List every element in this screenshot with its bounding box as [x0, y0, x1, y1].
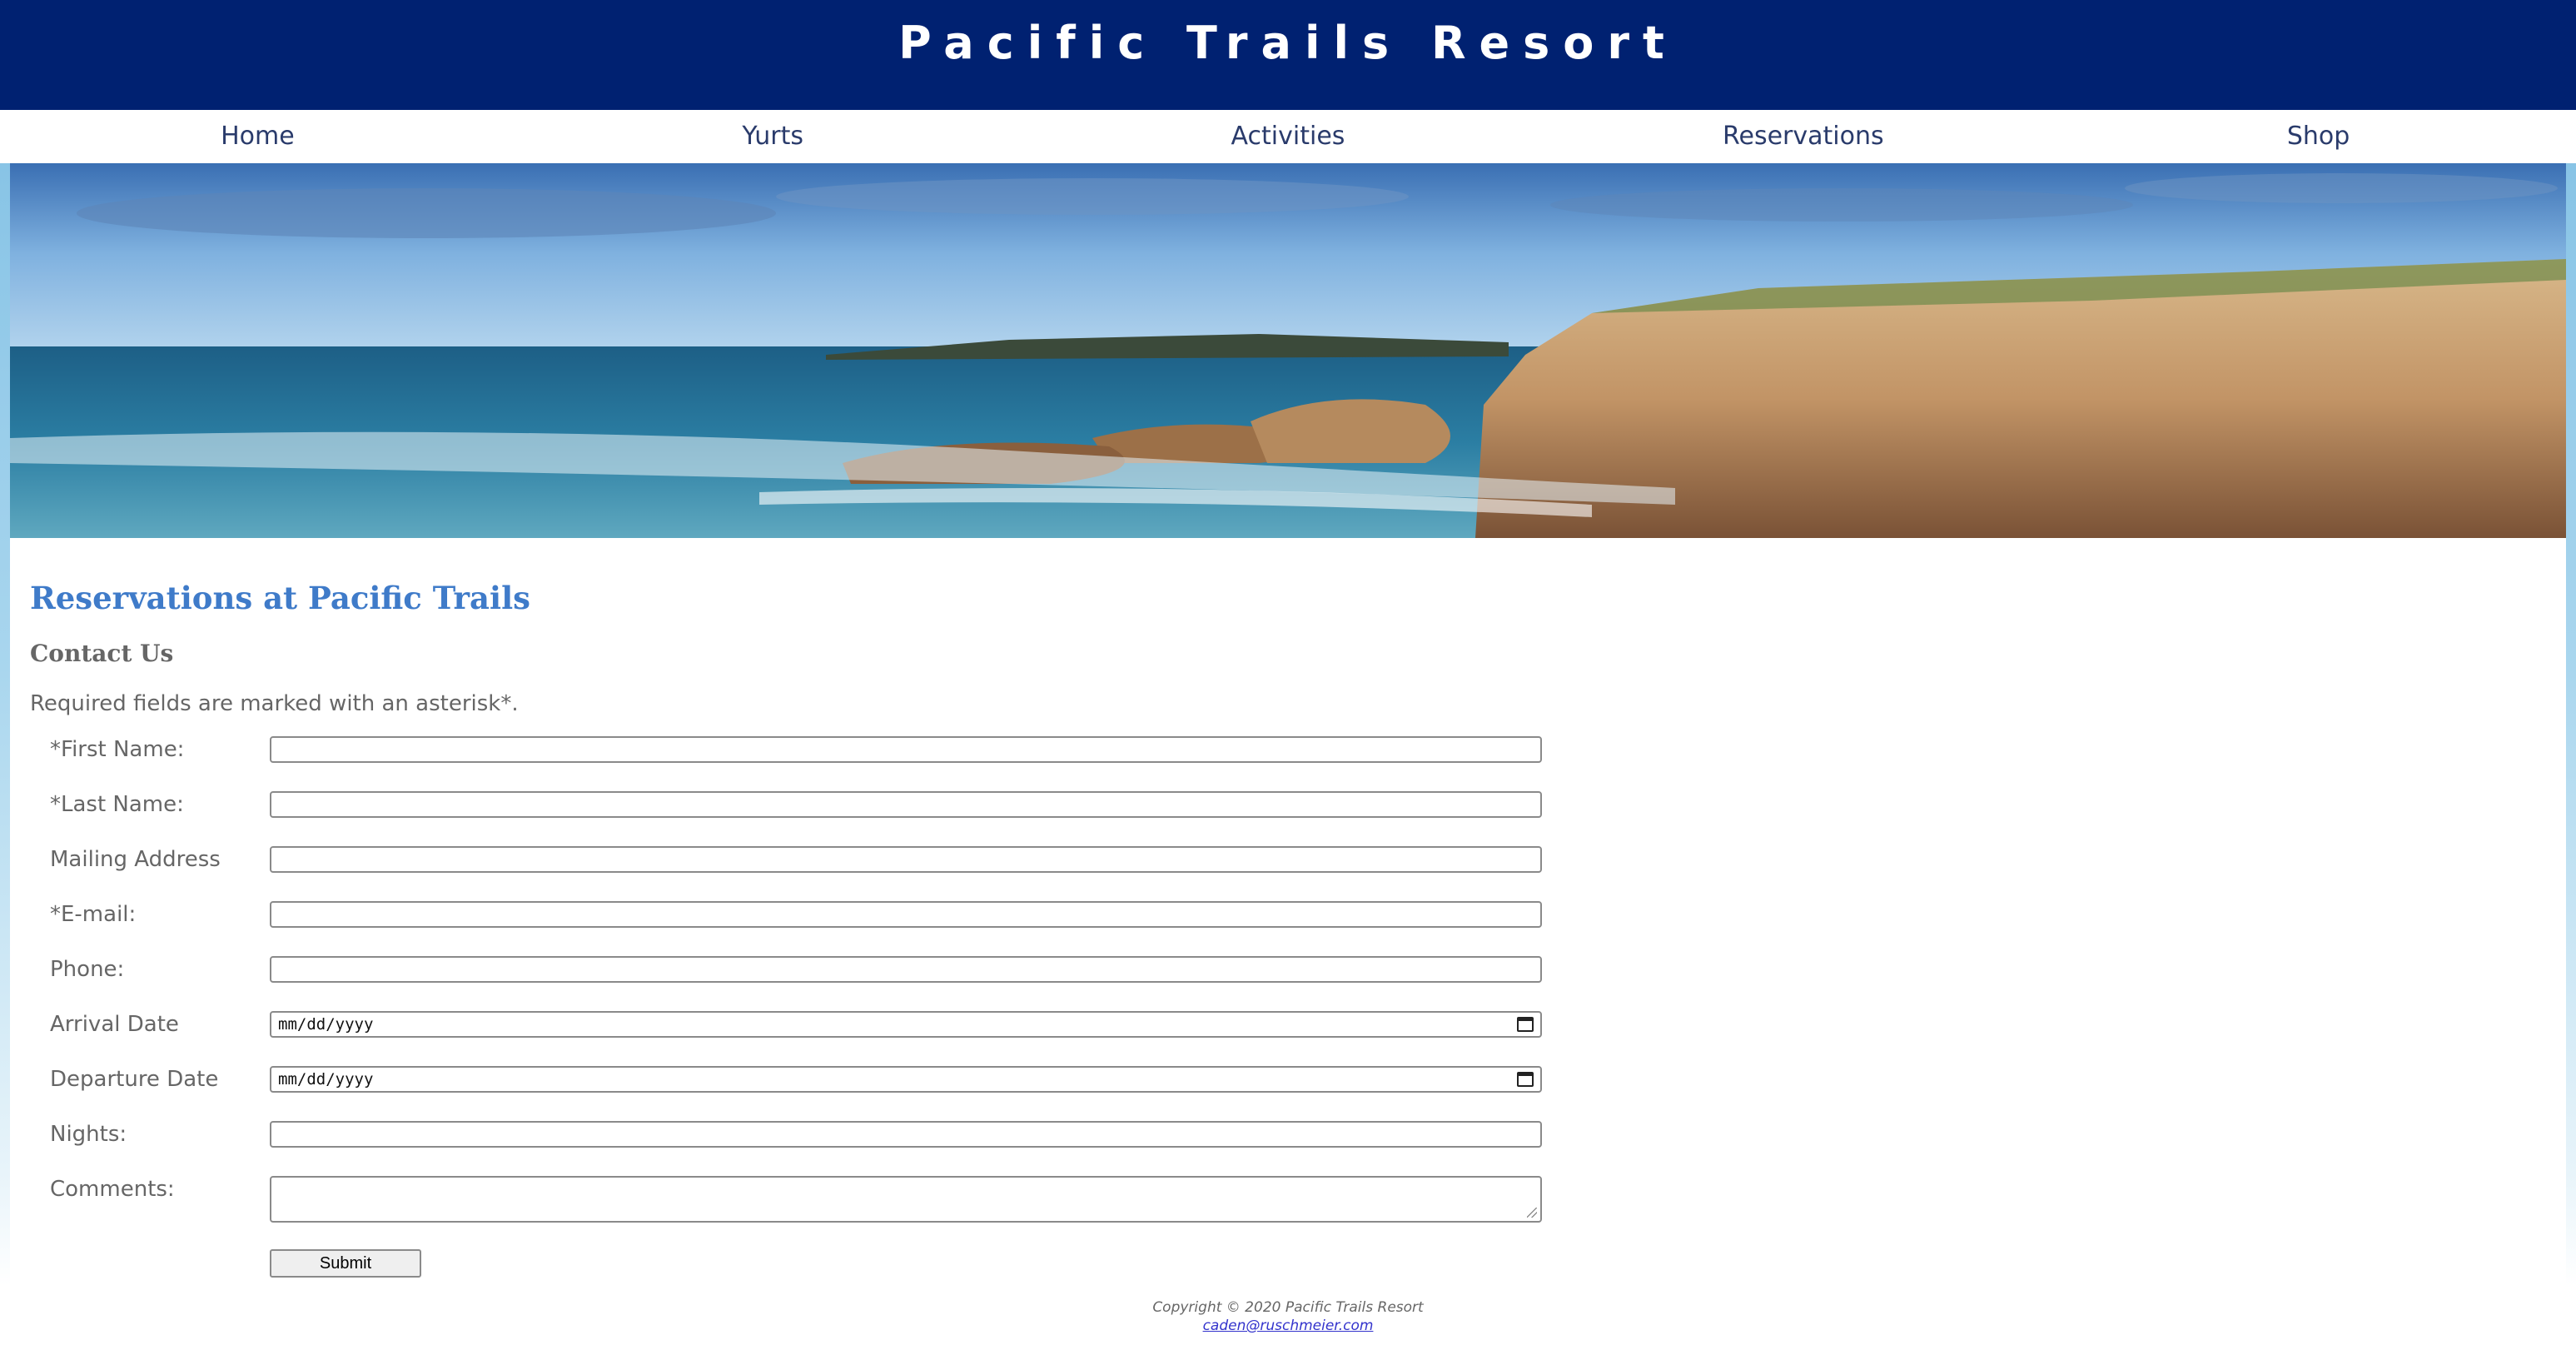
form-row-departure: Departure Date mm/dd/yyyy [10, 1066, 1592, 1099]
nav-item-reservations[interactable]: Reservations [1545, 110, 2061, 163]
nav-item-shop[interactable]: Shop [2061, 110, 2576, 163]
form-row-comments: Comments: [10, 1176, 1592, 1223]
hero-image-graphic [10, 163, 2566, 538]
contact-heading: Contact Us [30, 640, 174, 667]
departure-date-label: Departure Date [50, 1067, 219, 1092]
first-name-input[interactable] [270, 736, 1542, 763]
first-name-label: *First Name: [50, 737, 185, 762]
site-title: Pacific Trails Resort [898, 17, 1678, 69]
last-name-input[interactable] [270, 791, 1542, 818]
form-row-arrival: Arrival Date mm/dd/yyyy [10, 1011, 1592, 1044]
form-row-address: Mailing Address [10, 846, 1592, 879]
required-fields-note: Required fields are marked with an aster… [30, 691, 519, 716]
arrival-date-input[interactable]: mm/dd/yyyy [270, 1011, 1542, 1038]
departure-date-placeholder: mm/dd/yyyy [278, 1070, 374, 1089]
form-row-nights: Nights: [10, 1121, 1592, 1154]
copyright-text: Copyright © 2020 Pacific Trails Resort [1152, 1299, 1424, 1316]
mailing-address-input[interactable] [270, 846, 1542, 873]
nights-label: Nights: [50, 1122, 127, 1147]
comments-label: Comments: [50, 1177, 175, 1202]
main-content: Reservations at Pacific Trails Contact U… [10, 538, 2566, 1286]
site-header: Pacific Trails Resort [0, 0, 2576, 110]
email-label: *E-mail: [50, 902, 137, 927]
resize-handle-icon[interactable] [1527, 1208, 1537, 1218]
site-footer: Copyright © 2020 Pacific Trails Resort c… [0, 1286, 2576, 1365]
calendar-icon[interactable] [1517, 1072, 1534, 1087]
mailing-address-label: Mailing Address [50, 847, 221, 872]
email-input[interactable] [270, 901, 1542, 928]
comments-textarea[interactable] [270, 1176, 1542, 1223]
nav-item-activities[interactable]: Activities [1031, 110, 1546, 163]
form-row-email: *E-mail: [10, 901, 1592, 934]
form-row-last-name: *Last Name: [10, 791, 1592, 824]
form-row-first-name: *First Name: [10, 736, 1592, 770]
nav-item-yurts[interactable]: Yurts [515, 110, 1031, 163]
submit-button[interactable]: Submit [270, 1249, 421, 1278]
nights-input[interactable] [270, 1121, 1542, 1148]
last-name-label: *Last Name: [50, 792, 184, 817]
departure-date-input[interactable]: mm/dd/yyyy [270, 1066, 1542, 1093]
nav-item-home[interactable]: Home [0, 110, 515, 163]
arrival-date-label: Arrival Date [50, 1012, 179, 1037]
phone-input[interactable] [270, 956, 1542, 983]
phone-label: Phone: [50, 957, 125, 982]
page-title: Reservations at Pacific Trails [30, 580, 530, 616]
form-row-phone: Phone: [10, 956, 1592, 989]
calendar-icon[interactable] [1517, 1017, 1534, 1032]
contact-email-link[interactable]: caden@ruschmeier.com [0, 1318, 2576, 1334]
main-navigation: Home Yurts Activities Reservations Shop [0, 110, 2576, 163]
arrival-date-placeholder: mm/dd/yyyy [278, 1015, 374, 1034]
hero-image-coastline [10, 163, 2566, 538]
